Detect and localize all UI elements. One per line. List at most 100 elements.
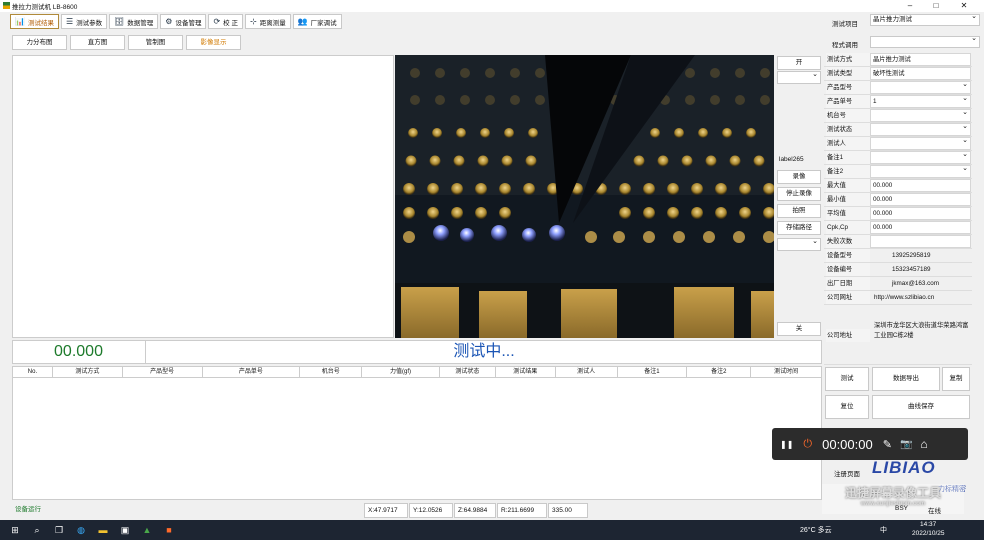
col-product-order[interactable]: 产品单号 (203, 367, 301, 377)
prop-value[interactable]: 破坏性测试 (870, 67, 971, 80)
col-tester[interactable]: 测试人 (556, 367, 618, 377)
col-note1[interactable]: 备注1 (618, 367, 688, 377)
users-icon: 👥 (297, 17, 308, 26)
prop-value[interactable] (870, 109, 971, 122)
close-button[interactable]: ✕ (952, 0, 976, 12)
col-note2[interactable]: 备注2 (687, 367, 752, 377)
camera-image (395, 55, 774, 338)
toolbar-calibrate[interactable]: ⟳ 校 正 (208, 14, 243, 29)
calibrate-icon: ⟳ (213, 17, 221, 26)
col-no[interactable]: No. (13, 367, 53, 377)
search-icon[interactable]: ⌕ (30, 523, 44, 537)
tab-histogram[interactable]: 直方图 (70, 35, 125, 50)
resolution-select[interactable] (777, 237, 821, 251)
info-key: 公司网址 (826, 291, 870, 304)
toolbar-test-params[interactable]: ☰ 测试参数 (60, 14, 108, 29)
tab-image-display[interactable]: 影像显示 (186, 35, 241, 50)
test-app-taskbar-icon[interactable]: ▲ (140, 523, 154, 537)
input-language[interactable]: 中 (880, 525, 887, 535)
watermark-text: 迅捷屏幕录像工具 (844, 486, 941, 500)
prop-row: 测试方式 晶片推力测试 (824, 53, 972, 67)
record-button[interactable]: 录像 (777, 170, 821, 184)
info-value: http://www.szlibiao.cn (874, 294, 935, 301)
toolbar-data-management[interactable]: 🗄 数据管理 (109, 14, 159, 29)
camera-select[interactable] (777, 70, 821, 84)
task-view-icon[interactable]: ❐ (52, 523, 66, 537)
toolbar-distance-measure[interactable]: ⊹ 距离测量 (244, 14, 291, 29)
export-button[interactable]: 数据导出 (872, 367, 940, 391)
prop-row: 机台号 (824, 109, 972, 123)
prop-row: 测试类型 破坏性测试 (824, 67, 972, 81)
col-test-result[interactable]: 测试结果 (496, 367, 556, 377)
stop-record-button[interactable]: 停止录像 (777, 187, 821, 201)
camera-feed (395, 55, 774, 338)
pen-icon[interactable]: ✎ (883, 438, 892, 451)
maximize-button[interactable]: □ (924, 0, 948, 12)
test-status: 测试中... (453, 343, 515, 360)
prop-row: 产品单号 1 (824, 95, 972, 109)
chart-panel (12, 55, 394, 338)
prop-value[interactable] (870, 137, 971, 150)
prop-value[interactable]: 晶片推力测试 (870, 53, 971, 66)
toolbar-label: 测试结果 (27, 19, 54, 27)
camera-controls: 开 label265 录像 停止录像 拍照 存储路径 关 (775, 55, 823, 338)
col-test-mode[interactable]: 测试方式 (53, 367, 123, 377)
toolbar-label: 测试参数 (76, 19, 103, 27)
screen-recorder-bar: ❚❚ ⏻ 00:00:00 ✎ 📷 ⌂ (772, 428, 968, 460)
prop-value[interactable] (870, 151, 971, 164)
windows-start-icon[interactable]: ⊞ (8, 523, 22, 537)
program-label: 程式调用 (832, 42, 858, 49)
col-test-status[interactable]: 测试状态 (440, 367, 496, 377)
prop-value[interactable] (870, 165, 971, 178)
reset-button[interactable]: 复位 (825, 395, 869, 419)
prop-value[interactable] (870, 81, 971, 94)
col-force[interactable]: 力值(gf) (362, 367, 440, 377)
file-explorer-icon[interactable]: ▬ (96, 523, 110, 537)
address-value: 深圳市龙华区大浪街道华荣路鸿富工业园C栋2楼 (874, 322, 969, 339)
prop-key: 平均值 (826, 207, 870, 220)
prop-key: 测试人 (826, 137, 870, 150)
coord-r: R:211.6699 (497, 503, 547, 518)
recording-timer: 00:00:00 (822, 436, 873, 452)
curve-save-button[interactable]: 曲线保存 (872, 395, 970, 419)
test-button[interactable]: 测试 (825, 367, 869, 391)
camera-icon[interactable]: 📷 (900, 439, 912, 450)
home-icon[interactable]: ⌂ (920, 437, 927, 451)
toolbar-factory-debug[interactable]: 👥 厂家调试 (292, 14, 342, 29)
project-select[interactable]: 晶片推力测试 (870, 12, 980, 26)
recorder-taskbar-icon[interactable]: ■ (162, 523, 176, 537)
edge-icon[interactable]: ◍ (74, 523, 88, 537)
camera-open-button[interactable]: 开 (777, 56, 821, 70)
toolbar-label: 校 正 (223, 19, 238, 27)
toolbar-device-management[interactable]: ⚙ 设备管理 (160, 14, 207, 29)
prop-value[interactable] (870, 123, 971, 136)
minimize-button[interactable]: – (898, 0, 922, 12)
col-product-model[interactable]: 产品型号 (123, 367, 203, 377)
weather-text: 26°C 多云 (800, 527, 832, 534)
copy-button[interactable]: 复制 (942, 367, 970, 391)
camera-close-button[interactable]: 关 (777, 322, 821, 336)
prop-row: 最小值 00.000 (824, 193, 972, 207)
title-bar: 推拉力测试机 LB-8600 – □ ✕ (0, 0, 984, 12)
photo-button[interactable]: 拍照 (777, 204, 821, 218)
col-machine-no[interactable]: 机台号 (300, 367, 363, 377)
pause-icon[interactable]: ❚❚ (780, 440, 793, 449)
prop-key: 测试状态 (826, 123, 870, 136)
prop-row: 备注1 (824, 151, 972, 165)
tab-force-distribution[interactable]: 力分布图 (12, 35, 67, 50)
prop-key: 测试方式 (826, 53, 870, 66)
program-select[interactable] (870, 34, 980, 48)
info-row: 公司网址 http://www.szlibiao.cn (824, 291, 972, 305)
watermark-url: www.xunjieshipin.com (860, 501, 926, 507)
save-path-button[interactable]: 存储路径 (777, 221, 821, 235)
col-test-time[interactable]: 测试时间 (751, 367, 821, 377)
prop-value[interactable]: 1 (870, 95, 971, 108)
stop-icon[interactable]: ⏻ (803, 438, 812, 451)
info-row: 设备型号 13925295819 (824, 249, 972, 263)
app-window-icon[interactable]: ▣ (118, 523, 132, 537)
tab-control-chart[interactable]: 管制图 (128, 35, 183, 50)
prop-key: 产品单号 (826, 95, 870, 108)
logo-text: LIBIAO (872, 458, 936, 477)
view-tabs: 力分布图 直方图 管制图 影像显示 (12, 35, 241, 50)
toolbar-test-results[interactable]: 📊 测试结果 (10, 14, 59, 29)
